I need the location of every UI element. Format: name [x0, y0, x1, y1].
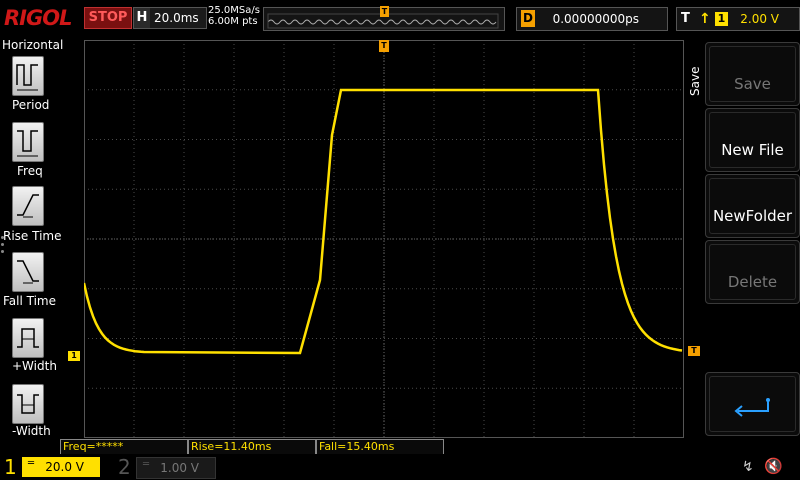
delete-label: Delete: [727, 273, 778, 291]
delete-button[interactable]: Delete: [705, 240, 800, 304]
period-icon: [16, 64, 38, 91]
trigger-settings[interactable]: T ↑ 1 2.00 V: [676, 7, 800, 31]
trigger-level-marker[interactable]: T: [688, 346, 700, 356]
top-status-bar: RIGOL STOP H 20.0ms 25.0MSa/s 6.00M pts …: [0, 0, 800, 36]
ch1-scale-box[interactable]: ═ 20.0 V: [22, 457, 100, 477]
ch1-scale: 20.0 V: [45, 460, 84, 474]
measure-negative-width-button[interactable]: [12, 384, 44, 424]
save-menu-tab: Save: [688, 56, 704, 116]
return-arrow-icon: [734, 398, 770, 417]
rigol-logo: RIGOL: [4, 6, 72, 30]
save-button[interactable]: Save: [705, 42, 800, 106]
trigger-level: 2.00 V: [740, 12, 779, 26]
save-button-label: Save: [734, 75, 771, 93]
negative-width-icon: [17, 394, 39, 414]
new-folder-button[interactable]: NewFolder: [705, 174, 800, 238]
ch1-coupling-icon: ═: [28, 458, 35, 469]
trigger-label: T: [681, 11, 690, 26]
ch1-number[interactable]: 1: [4, 456, 17, 478]
fall-measurement: Fall=15.40ms: [316, 439, 444, 455]
measure-rise-time-button[interactable]: [12, 186, 44, 226]
ch2-number[interactable]: 2: [118, 456, 131, 478]
timebase-value: 20.0ms: [154, 11, 199, 25]
ch2-coupling-icon: ═: [143, 459, 150, 470]
trigger-time-marker[interactable]: T: [379, 40, 389, 52]
delay-label: D: [521, 10, 535, 27]
measure-fall-time-button[interactable]: [12, 252, 44, 292]
trigger-source: 1: [715, 12, 728, 26]
measurement-sidebar: Horizontal Period Freq Rise Time Fall Ti…: [0, 36, 64, 450]
freq-measurement: Freq=*****: [60, 439, 188, 455]
speaker-muted-icon[interactable]: 🔇: [764, 457, 783, 475]
rise-time-icon: [17, 194, 39, 218]
memory-depth: 6.00M pts: [208, 16, 258, 27]
new-file-button[interactable]: New File: [705, 108, 800, 172]
positive-width-icon: [17, 328, 39, 348]
save-menu-title: Save: [688, 66, 702, 96]
measure-period-button[interactable]: [12, 56, 44, 96]
run-stop-status[interactable]: STOP: [84, 7, 132, 29]
return-button[interactable]: [705, 372, 800, 436]
trigger-position-marker: T: [380, 6, 389, 17]
frequency-icon: [17, 130, 38, 157]
horizontal-timebase[interactable]: H 20.0ms: [133, 7, 207, 29]
waveform-grid: [82, 40, 684, 438]
measure-positive-width-button[interactable]: [12, 318, 44, 358]
usb-icon: ↯: [742, 459, 754, 475]
ch1-waveform-trace: [82, 88, 683, 355]
fall-time-icon: [17, 260, 39, 284]
freq-label: Freq: [17, 164, 43, 178]
new-folder-label: NewFolder: [712, 207, 793, 225]
rise-time-label: Rise Time: [3, 229, 62, 243]
measure-frequency-button[interactable]: [12, 122, 44, 162]
rise-measurement: Rise=11.40ms: [188, 439, 316, 455]
waveform-display[interactable]: [82, 40, 684, 438]
rising-edge-icon: ↑: [699, 11, 711, 27]
memory-overview-strip[interactable]: T: [263, 6, 505, 31]
horizontal-label: H: [134, 8, 150, 28]
ch2-scale: 1.00 V: [160, 461, 199, 475]
ch2-scale-box[interactable]: ═ 1.00 V: [136, 457, 216, 479]
acquisition-info: 25.0MSa/s 6.00M pts: [208, 5, 260, 27]
fall-time-label: Fall Time: [3, 294, 57, 308]
negative-width-label: -Width: [12, 424, 51, 438]
delay-value: 0.00000000ps: [552, 12, 639, 26]
ch1-ground-marker[interactable]: 1: [68, 351, 80, 361]
horizontal-delay[interactable]: D 0.00000000ps: [516, 7, 668, 31]
new-file-label: New File: [721, 141, 784, 159]
sample-rate: 25.0MSa/s: [208, 5, 260, 16]
positive-width-label: +Width: [12, 359, 57, 373]
sidebar-title: Horizontal: [2, 38, 64, 52]
period-label: Period: [12, 98, 50, 112]
